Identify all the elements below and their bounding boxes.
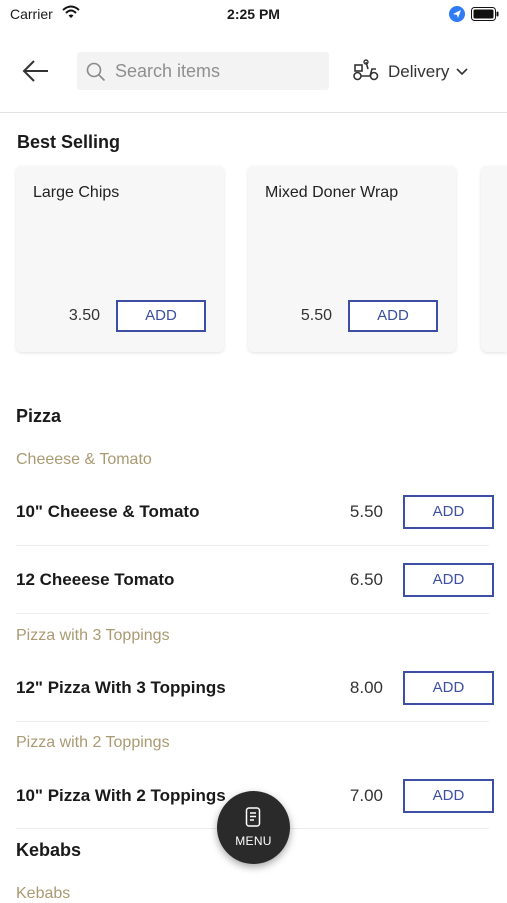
best-selling-title: Best Selling	[17, 132, 121, 152]
delivery-selector[interactable]: Delivery	[352, 58, 468, 86]
add-button[interactable]: ADD	[403, 671, 494, 705]
item-price: 5.50	[349, 502, 383, 521]
top-header: Delivery	[0, 48, 507, 113]
delivery-label: Delivery	[388, 62, 450, 81]
pizza-section-title: Pizza	[16, 406, 62, 426]
card-item-name: Mixed Doner Wrap	[265, 184, 399, 201]
kebabs-section-title: Kebabs	[16, 840, 82, 860]
menu-icon	[244, 807, 262, 832]
menu-button[interactable]: MENU	[217, 791, 290, 864]
divider	[16, 721, 489, 722]
location-icon	[449, 6, 465, 27]
back-button[interactable]	[20, 58, 52, 84]
status-bar: Carrier 2:25 PM	[0, 0, 507, 30]
search-input[interactable]	[115, 52, 315, 90]
item-name: 12 Cheeese Tomato	[16, 570, 175, 589]
add-button[interactable]: ADD	[403, 779, 494, 813]
add-button[interactable]: ADD	[403, 495, 494, 529]
item-price: 6.50	[349, 570, 383, 589]
item-name: 10" Pizza With 2 Toppings	[16, 786, 226, 805]
item-name: 12" Pizza With 3 Toppings	[16, 678, 226, 697]
add-button[interactable]: ADD	[403, 563, 494, 597]
best-selling-card[interactable]: Large Chips 3.50 ADD	[16, 166, 224, 352]
search-icon	[86, 62, 106, 87]
category-label: Pizza with 3 Toppings	[16, 627, 170, 644]
best-selling-card-peek[interactable]	[481, 166, 507, 352]
menu-item-row[interactable]: 12" Pizza With 3 Toppings 8.00 ADD	[0, 654, 507, 722]
card-item-price: 5.50	[300, 307, 332, 324]
category-label: Cheeese & Tomato	[16, 451, 152, 468]
card-item-name: Large Chips	[33, 184, 120, 201]
add-button[interactable]: ADD	[116, 300, 206, 332]
battery-icon	[471, 7, 499, 26]
menu-item-row[interactable]: 12 Cheeese Tomato 6.50 ADD	[0, 546, 507, 614]
item-price: 8.00	[349, 678, 383, 697]
scooter-icon	[352, 58, 380, 86]
category-label: Kebabs	[16, 885, 71, 902]
item-price: 7.00	[349, 786, 383, 805]
menu-item-row[interactable]: 10" Cheeese & Tomato 5.50 ADD	[0, 478, 507, 546]
chevron-down-icon	[456, 63, 468, 81]
menu-label: MENU	[235, 834, 272, 848]
search-box[interactable]	[77, 52, 329, 90]
divider	[16, 613, 489, 614]
best-selling-card[interactable]: Mixed Doner Wrap 5.50 ADD	[248, 166, 456, 352]
item-name: 10" Cheeese & Tomato	[16, 502, 200, 521]
status-time: 2:25 PM	[227, 6, 280, 22]
back-arrow-icon	[20, 60, 52, 88]
category-label: Pizza with 2 Toppings	[16, 734, 170, 751]
add-button[interactable]: ADD	[348, 300, 438, 332]
card-item-price: 3.50	[68, 307, 100, 324]
